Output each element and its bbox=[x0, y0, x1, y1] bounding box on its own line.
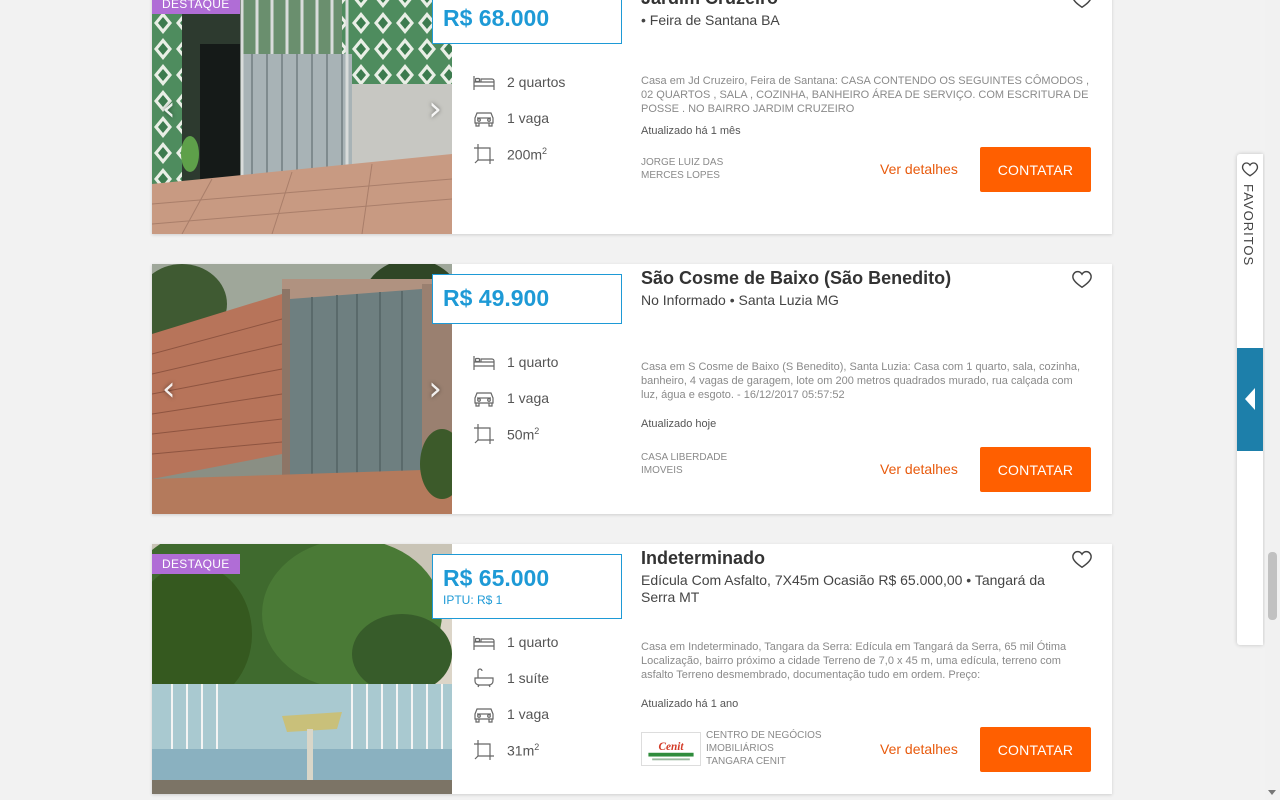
listing-location: • Feira de Santana BA bbox=[641, 12, 780, 28]
view-details-link[interactable]: Ver detalhes bbox=[880, 161, 958, 177]
price-box: R$ 65.000 IPTU: R$ 1 bbox=[432, 554, 622, 619]
listing-description: Casa em Indeterminado, Tangara da Serra:… bbox=[641, 641, 1067, 681]
favorites-label: FAVORITOS bbox=[1241, 184, 1256, 267]
area-icon bbox=[474, 144, 494, 164]
favorite-heart-icon[interactable] bbox=[1071, 548, 1093, 570]
favorite-heart-icon[interactable] bbox=[1071, 268, 1093, 290]
photo-next-arrow-icon[interactable]: › bbox=[428, 372, 442, 406]
results-viewport: DESTAQUE ‹ › R$ 68.000 2 quartos 1 vaga … bbox=[0, 0, 1280, 800]
contact-button[interactable]: CONTATAR bbox=[980, 727, 1091, 772]
feature-parking: 1 vaga bbox=[472, 380, 558, 416]
page-scrollbar[interactable] bbox=[1265, 0, 1280, 800]
car-icon bbox=[474, 392, 494, 407]
svg-text:Cenit: Cenit bbox=[658, 741, 684, 753]
photo-next-arrow-icon[interactable]: › bbox=[428, 92, 442, 126]
feature-area: 31m2 bbox=[472, 732, 558, 768]
feature-area: 200m2 bbox=[472, 136, 565, 172]
price: R$ 49.900 bbox=[443, 285, 550, 312]
feature-label: 2 quartos bbox=[507, 74, 566, 90]
house-photo-image bbox=[152, 544, 452, 794]
price: R$ 65.000 bbox=[443, 564, 550, 591]
listing-card[interactable]: DESTAQUE ‹ › R$ 68.000 2 quartos 1 vaga … bbox=[152, 0, 1112, 234]
feature-bedrooms: 1 quarto bbox=[472, 624, 558, 660]
features-list: 1 quarto 1 vaga 50m2 bbox=[472, 344, 558, 452]
feature-label: 50m2 bbox=[507, 425, 540, 443]
view-details-link[interactable]: Ver detalhes bbox=[880, 741, 958, 757]
bed-icon bbox=[473, 636, 495, 650]
photo-prev-arrow-icon[interactable]: ‹ bbox=[162, 372, 176, 406]
car-icon bbox=[474, 112, 494, 127]
listing-description: Casa em S Cosme de Baixo (S Benedito), S… bbox=[641, 361, 1081, 401]
feature-label: 1 vaga bbox=[507, 390, 550, 406]
area-icon bbox=[474, 740, 494, 760]
listing-location: Edícula Com Asfalto, 7X45m Ocasião R$ 65… bbox=[641, 572, 1045, 605]
favorite-heart-icon bbox=[1241, 162, 1259, 177]
feature-label: 1 quarto bbox=[507, 354, 559, 370]
agent-name: CENTRO DE NEGÓCIOS IMOBILIÁRIOS TANGARA CE… bbox=[706, 730, 822, 767]
agent-name: JORGE LUIZ DAS MERCES LOPES bbox=[641, 157, 724, 181]
view-details-link[interactable]: Ver detalhes bbox=[880, 461, 958, 477]
featured-badge: DESTAQUE bbox=[152, 554, 240, 574]
price: R$ 68.000 bbox=[443, 5, 550, 32]
features-list: 2 quartos 1 vaga 200m2 bbox=[472, 64, 565, 172]
caret-left-icon bbox=[1245, 388, 1255, 410]
listing-title[interactable]: São Cosme de Baixo (São Benedito) bbox=[641, 268, 951, 289]
listing-location: No Informado • Santa Luzia MG bbox=[641, 292, 839, 308]
photo-prev-arrow-icon[interactable]: ‹ bbox=[162, 92, 176, 126]
favorite-heart-icon[interactable] bbox=[1071, 0, 1093, 10]
feature-area: 50m2 bbox=[472, 416, 558, 452]
listing-photo[interactable]: DESTAQUE bbox=[152, 544, 452, 794]
agent-name: CASA LIBERDADE IMOVEIS bbox=[641, 452, 728, 476]
listing-title[interactable]: Indeterminado bbox=[641, 548, 765, 569]
feature-parking: 1 vaga bbox=[472, 100, 565, 136]
feature-label: 200m2 bbox=[507, 145, 548, 163]
feature-parking: 1 vaga bbox=[472, 696, 558, 732]
house-photo-image bbox=[152, 0, 452, 234]
listing-photo[interactable]: ‹ › bbox=[152, 264, 452, 514]
feature-label: 31m2 bbox=[507, 741, 540, 759]
feature-bedrooms: 2 quartos bbox=[472, 64, 565, 100]
bed-icon bbox=[473, 76, 495, 90]
updated-time: Atualizado hoje bbox=[641, 418, 717, 430]
price-box: R$ 68.000 bbox=[432, 0, 622, 44]
feature-bedrooms: 1 quarto bbox=[472, 344, 558, 380]
bathtub-icon bbox=[474, 668, 494, 688]
listing-title[interactable]: Jardim Cruzeiro bbox=[641, 0, 778, 9]
updated-time: Atualizado há 1 mês bbox=[641, 125, 741, 137]
contact-button[interactable]: CONTATAR bbox=[980, 147, 1091, 192]
scrollbar-thumb[interactable] bbox=[1268, 552, 1277, 620]
contact-button[interactable]: CONTATAR bbox=[980, 447, 1091, 492]
scroll-down-arrow-icon[interactable] bbox=[1268, 790, 1276, 795]
car-icon bbox=[474, 708, 494, 723]
listing-card[interactable]: ‹ › R$ 49.900 1 quarto 1 vaga 50m2 São C… bbox=[152, 264, 1112, 514]
area-icon bbox=[474, 424, 494, 444]
listing-card[interactable]: DESTAQUE R$ 65.000 IPTU: R$ 1 1 quarto 1… bbox=[152, 544, 1112, 794]
iptu-value: IPTU: R$ 1 bbox=[443, 593, 503, 608]
features-list: 1 quarto 1 suíte 1 vaga 31m2 bbox=[472, 624, 558, 768]
updated-time: Atualizado há 1 ano bbox=[641, 698, 739, 710]
house-photo-image bbox=[152, 264, 452, 514]
feature-suites: 1 suíte bbox=[472, 660, 558, 696]
agency-logo-image: Cenit bbox=[641, 732, 701, 766]
feature-label: 1 vaga bbox=[507, 706, 550, 722]
feature-label: 1 suíte bbox=[507, 670, 550, 686]
feature-label: 1 quarto bbox=[507, 634, 559, 650]
listing-description: Casa em Jd Cruzeiro, Feira de Santana: C… bbox=[641, 75, 1090, 115]
feature-label: 1 vaga bbox=[507, 110, 550, 126]
price-box: R$ 49.900 bbox=[432, 274, 622, 324]
listing-photo[interactable]: DESTAQUE ‹ › bbox=[152, 0, 452, 234]
bed-icon bbox=[473, 356, 495, 370]
featured-badge: DESTAQUE bbox=[152, 0, 240, 14]
favorites-toggle-button[interactable] bbox=[1237, 348, 1263, 451]
